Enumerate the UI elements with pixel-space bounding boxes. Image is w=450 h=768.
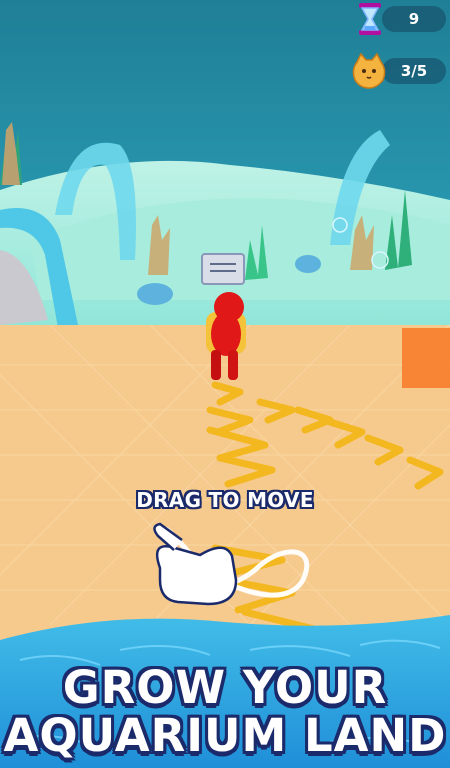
- unlock-zone[interactable]: [402, 328, 450, 388]
- info-sign[interactable]: [201, 253, 245, 285]
- hourglass-icon: [359, 3, 381, 35]
- cat-progress-text: 3/5: [400, 62, 428, 80]
- title-line-1: GROW YOUR: [62, 661, 388, 714]
- cat-progress: 3/5: [382, 58, 446, 84]
- game-world: [0, 0, 450, 768]
- game-scene[interactable]: 9 3/5 DRAG TO MOVE GROW YOUR AQUARIUM LA…: [0, 0, 450, 768]
- hourglass-counter: 9: [382, 6, 446, 32]
- title-line-2: AQUARIUM LAND: [3, 709, 447, 762]
- rock: [137, 283, 173, 305]
- drag-to-move-hint: DRAG TO MOVE: [136, 488, 314, 512]
- rock: [295, 255, 321, 273]
- cat-face-icon: [352, 52, 386, 89]
- hourglass-count: 9: [408, 10, 420, 28]
